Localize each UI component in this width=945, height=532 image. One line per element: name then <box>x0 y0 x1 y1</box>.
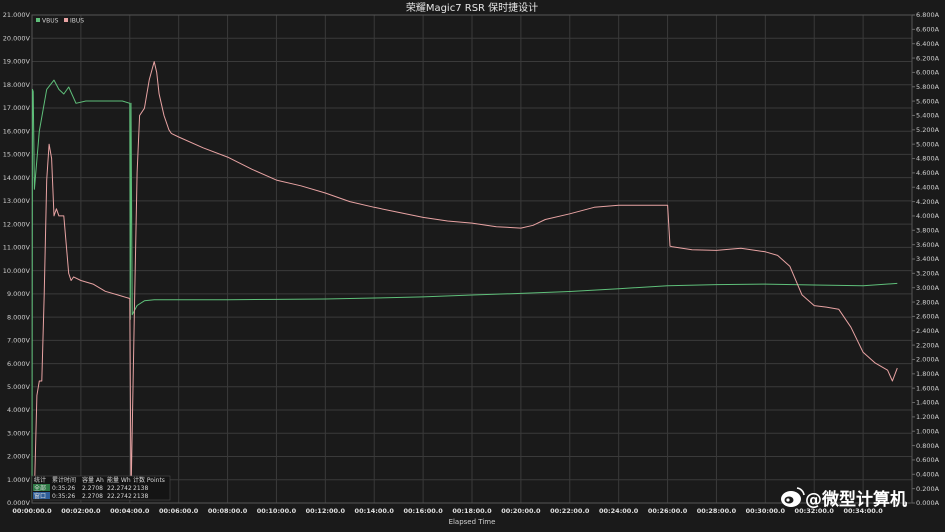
x-tick-label: 00:08:00.0 <box>208 507 248 515</box>
y2-tick-label: 2.200A <box>916 341 940 349</box>
y2-tick-label: 6.800A <box>916 11 940 19</box>
legend-swatch-ibus <box>64 18 68 22</box>
y2-tick-label: 6.400A <box>916 40 940 48</box>
y2-tick-label: 4.200A <box>916 198 940 206</box>
y-tick-label: 13.000V <box>3 197 31 205</box>
stats-cell: 22.2742 <box>107 485 132 492</box>
y-tick-label: 21.000V <box>3 11 31 19</box>
y2-tick-label: 5.600A <box>916 97 940 105</box>
y-tick-label: 11.000V <box>3 244 31 252</box>
y2-tick-label: 1.200A <box>916 413 940 421</box>
line-chart: 荣耀Magic7 RSR 保时捷设计 0.000V 1.000V 2.000V 3.0… <box>0 0 945 532</box>
y2-tick-label: 3.600A <box>916 241 940 249</box>
y2-tick-label: 1.600A <box>916 384 940 392</box>
y2-tick-label: 3.200A <box>916 270 940 278</box>
y2-tick-label: 4.800A <box>916 155 940 163</box>
legend-label-vbus: VBUS <box>42 18 59 25</box>
x-tick-label: 00:22:00.0 <box>550 507 590 515</box>
x-tick-label: 00:28:00.0 <box>697 507 737 515</box>
stats-cell: 窗口 <box>34 492 46 500</box>
y2-tick-label: 6.200A <box>916 54 940 62</box>
x-axis-label: Elapsed Time <box>449 518 496 526</box>
y2-tick-label: 5.400A <box>916 112 940 120</box>
y2-tick-label: 4.000A <box>916 212 940 220</box>
stats-cell: 2.2708 <box>82 485 103 492</box>
x-tick-label: 00:00:00.0 <box>12 507 52 515</box>
y2-tick-label: 2.800A <box>916 298 940 306</box>
x-tick-label: 00:14:00.0 <box>355 507 395 515</box>
y2-tick-label: 0.400A <box>916 470 940 478</box>
y-tick-label: 10.000V <box>3 267 31 275</box>
y-tick-label: 3.000V <box>7 429 31 437</box>
watermark-text: @微型计算机 <box>805 489 907 510</box>
y2-tick-label: 3.400A <box>916 255 940 263</box>
y-tick-label: 1.000V <box>7 476 31 484</box>
stats-header-cell: 能量 Wh <box>107 476 131 484</box>
y2-tick-label: 5.200A <box>916 126 940 134</box>
y-tick-label: 8.000V <box>7 313 31 321</box>
y2-tick-label: 0.200A <box>916 485 940 493</box>
legend-label-ibus: IBUS <box>70 18 84 25</box>
y-tick-label: 6.000V <box>7 360 31 368</box>
x-tick-label: 00:16:00.0 <box>403 507 443 515</box>
y2-tick-label: 1.000A <box>916 427 940 435</box>
y2-tick-label: 1.400A <box>916 399 940 407</box>
x-tick-label: 00:26:00.0 <box>648 507 688 515</box>
y2-tick-label: 4.400A <box>916 183 940 191</box>
stats-header-cell: 容量 Ah <box>82 476 104 484</box>
y-tick-label: 9.000V <box>7 290 31 298</box>
y2-tick-label: 5.800A <box>916 83 940 91</box>
x-tick-label: 00:18:00.0 <box>452 507 492 515</box>
y2-tick-label: 3.000A <box>916 284 940 292</box>
y-tick-label: 2.000V <box>7 453 31 461</box>
stats-cell: 2138 <box>133 493 148 500</box>
y-tick-label: 17.000V <box>3 104 31 112</box>
y-tick-label: 18.000V <box>3 81 31 89</box>
stats-header-cell: 统计 <box>34 476 46 484</box>
y-tick-label: 0.000V <box>7 499 31 507</box>
y2-tick-label: 3.800A <box>916 226 940 234</box>
stats-header-cell: 累计时间 <box>52 476 76 484</box>
stats-cell: 全部 <box>34 484 46 492</box>
stats-cell: 0:35:26 <box>52 493 75 500</box>
y2-tick-label: 6.600A <box>916 26 940 34</box>
y-tick-label: 7.000V <box>7 337 31 345</box>
y-tick-label: 14.000V <box>3 174 31 182</box>
y2-tick-label: 2.400A <box>916 327 940 335</box>
y-tick-label: 5.000V <box>7 383 31 391</box>
x-tick-label: 00:12:00.0 <box>306 507 346 515</box>
stats-table: 统计 累计时间 容量 Ah 能量 Wh 计数 Points 全部 0:35:26 2.2708… <box>31 475 171 501</box>
y2-tick-label: 1.800A <box>916 370 940 378</box>
y2-tick-label: 2.000A <box>916 356 940 364</box>
y2-tick-label: 2.600A <box>916 313 940 321</box>
y2-tick-label: 0.800A <box>916 442 940 450</box>
x-tick-label: 00:06:00.0 <box>159 507 199 515</box>
y-tick-label: 4.000V <box>7 406 31 414</box>
y-tick-label: 15.000V <box>3 151 31 159</box>
y-axis-right: 0.000A 0.200A 0.400A 0.600A 0.800A 1.000A 1.20… <box>912 11 940 507</box>
x-tick-label: 00:30:00.0 <box>746 507 786 515</box>
x-tick-label: 00:04:00.0 <box>110 507 150 515</box>
y2-tick-label: 6.000A <box>916 69 940 77</box>
legend-swatch-vbus <box>36 18 40 22</box>
stats-cell: 2.2708 <box>82 493 103 500</box>
y-tick-label: 19.000V <box>3 58 31 66</box>
y2-tick-label: 0.000A <box>916 499 940 507</box>
stats-cell: 0:35:26 <box>52 485 75 492</box>
x-tick-label: 00:20:00.0 <box>501 507 541 515</box>
stats-cell: 22.2742 <box>107 493 132 500</box>
y2-tick-label: 4.600A <box>916 169 940 177</box>
y2-tick-label: 5.000A <box>916 140 940 148</box>
y-tick-label: 16.000V <box>3 127 31 135</box>
stats-cell: 2138 <box>133 485 148 492</box>
y-tick-label: 20.000V <box>3 34 31 42</box>
stats-header-cell: 计数 Points <box>133 476 165 484</box>
x-tick-label: 00:02:00.0 <box>61 507 101 515</box>
x-tick-label: 00:24:00.0 <box>599 507 639 515</box>
chart-title: 荣耀Magic7 RSR 保时捷设计 <box>406 1 538 14</box>
y-tick-label: 12.000V <box>3 220 31 228</box>
x-tick-label: 00:10:00.0 <box>257 507 297 515</box>
y2-tick-label: 0.600A <box>916 456 940 464</box>
